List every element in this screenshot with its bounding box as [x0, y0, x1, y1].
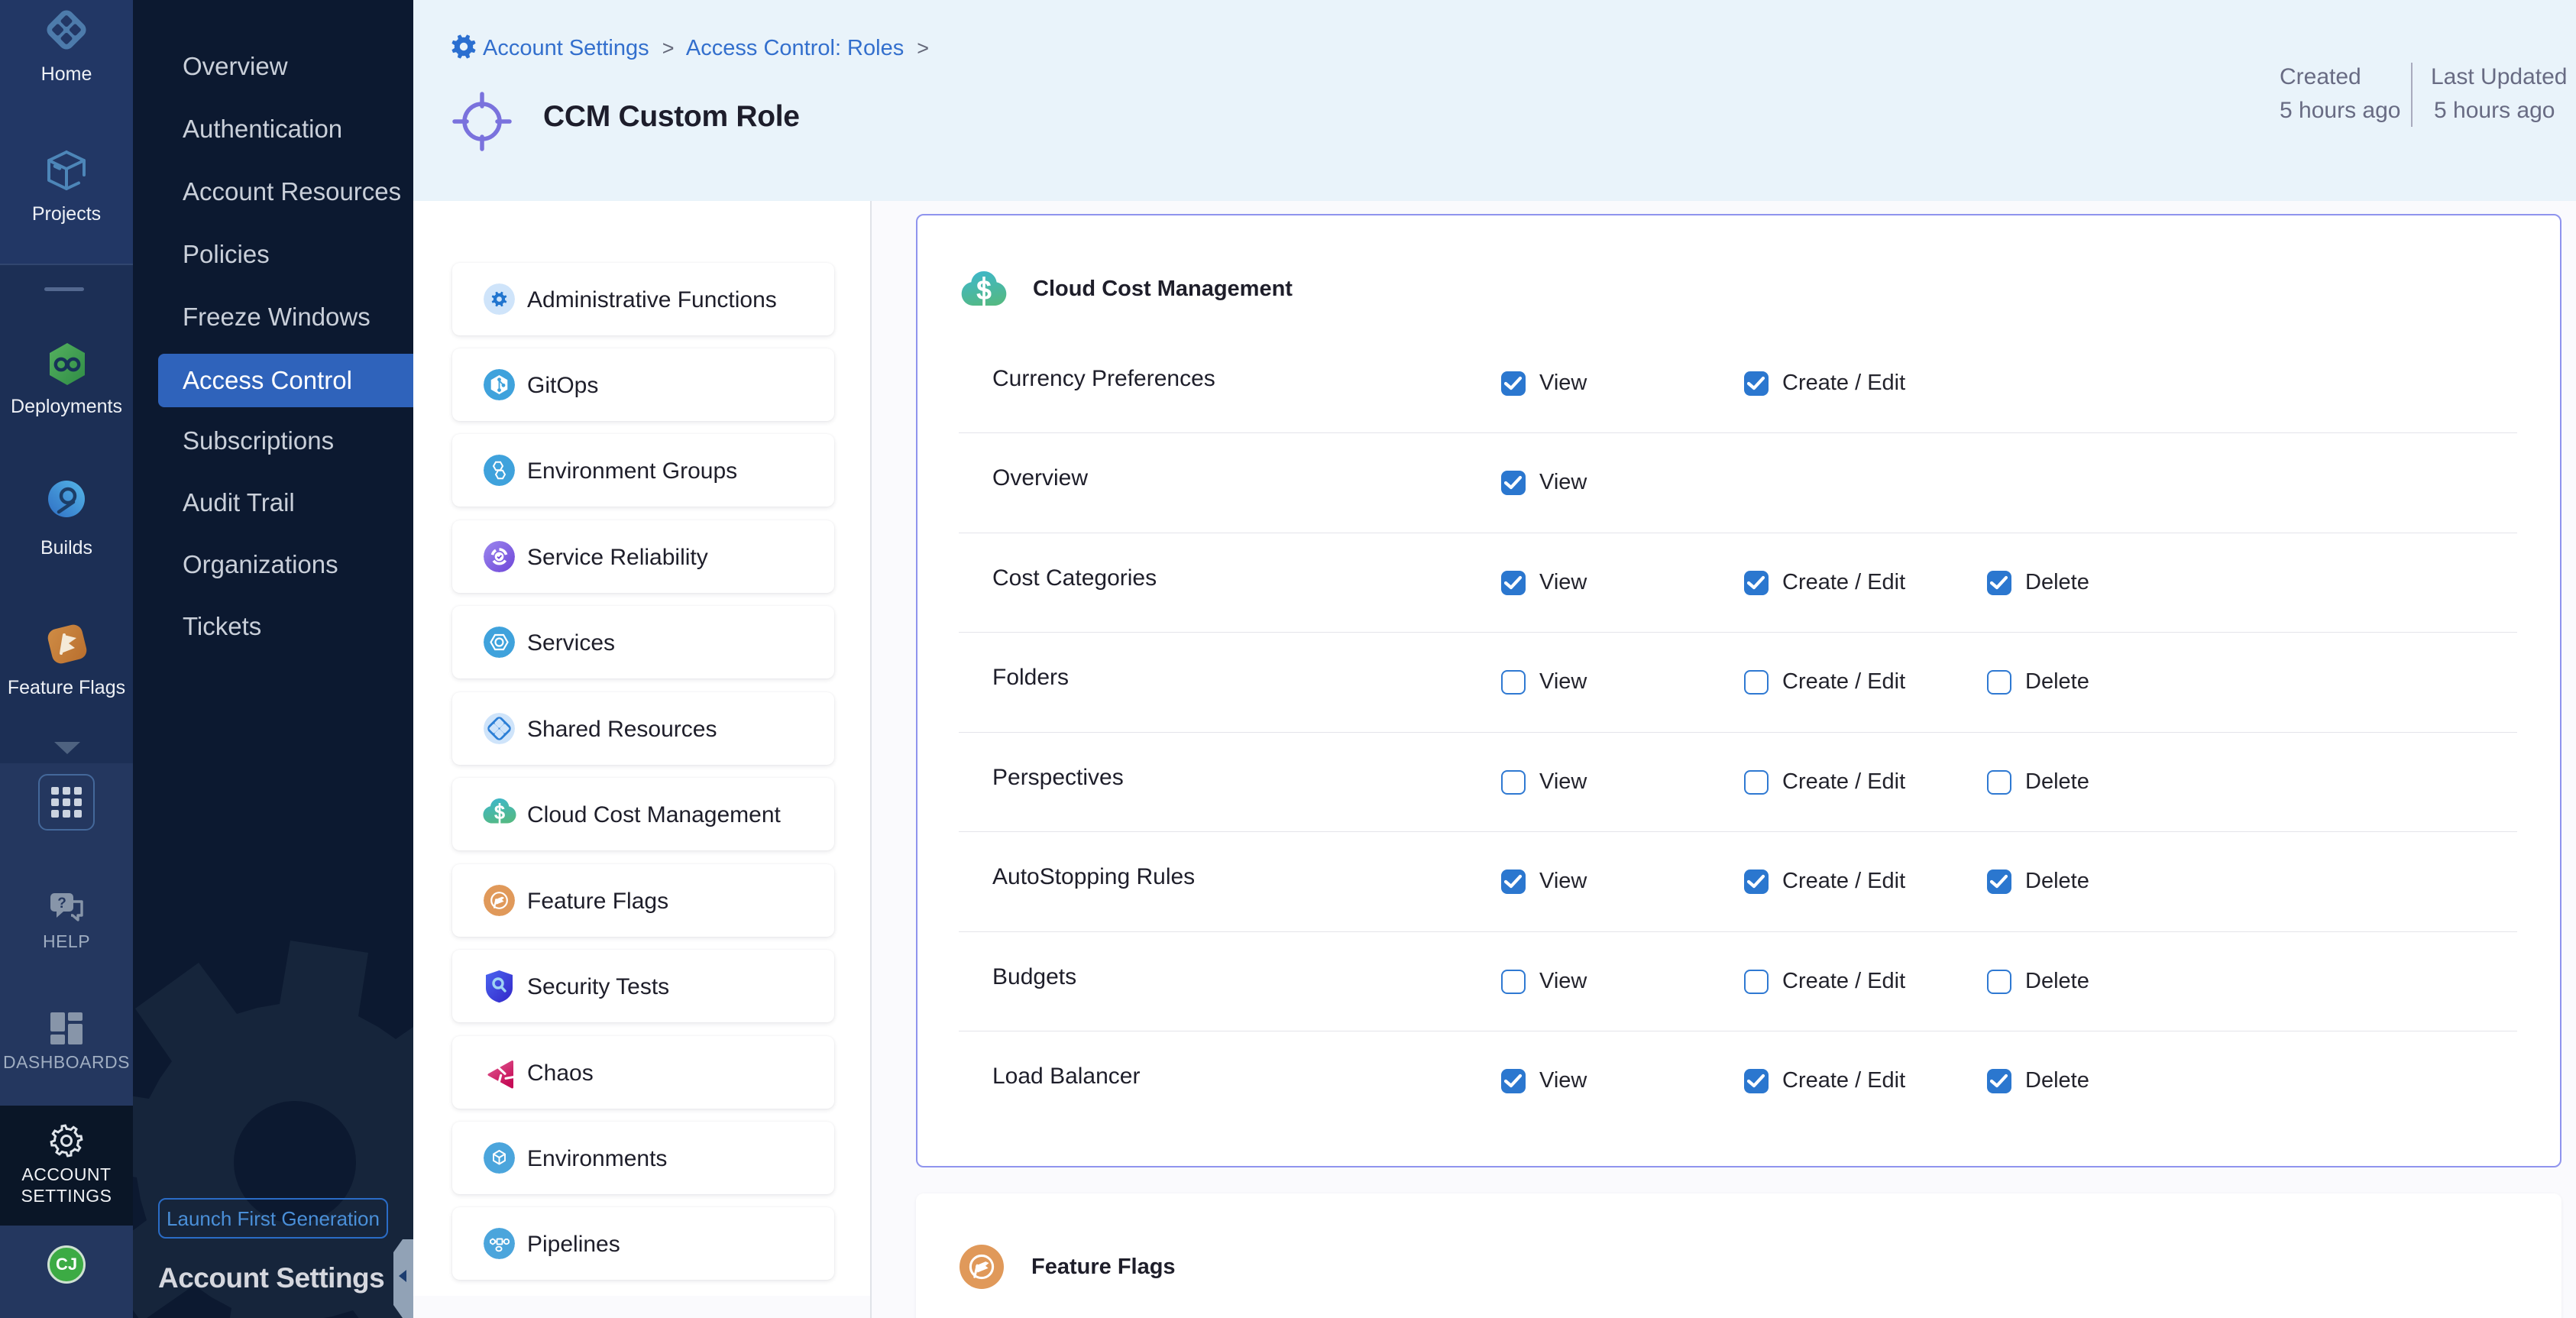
- svg-text:?: ?: [57, 895, 66, 912]
